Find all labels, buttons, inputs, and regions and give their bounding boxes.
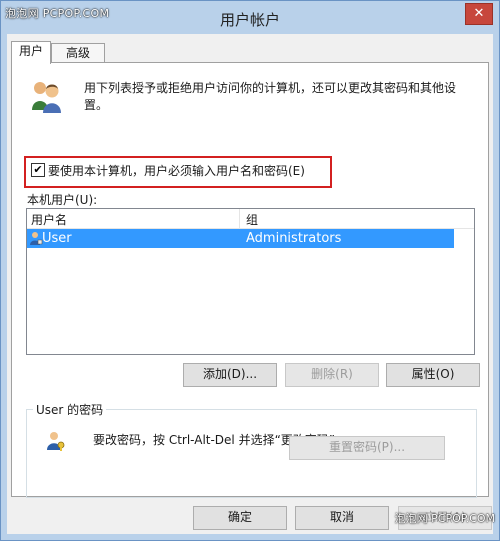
list-header: 用户名 组 — [27, 209, 474, 229]
add-user-button[interactable]: 添加(D)... — [183, 363, 277, 387]
properties-button[interactable]: 属性(O) — [386, 363, 480, 387]
user-icon — [30, 232, 43, 245]
local-users-label: 本机用户(U): — [27, 193, 98, 207]
require-password-label[interactable]: 要使用本计算机，用户必须输入用户名和密码(E) — [48, 162, 305, 179]
close-icon: ✕ — [473, 6, 485, 21]
title-bar[interactable]: 泡泡网 PCPOP.COM 用户帐户 ✕ — [1, 1, 499, 34]
tab-advanced[interactable]: 高级 — [51, 43, 105, 64]
cancel-button[interactable]: 取消 — [295, 506, 389, 530]
table-row[interactable]: User Administrators — [27, 229, 454, 248]
window-title: 用户帐户 — [219, 11, 280, 29]
row-group: Administrators — [246, 231, 342, 246]
column-divider[interactable] — [239, 209, 240, 228]
password-group-title: User 的密码 — [33, 401, 107, 418]
bottom-watermark: 泡泡网 PCPOP.COM — [394, 512, 495, 525]
ok-button[interactable]: 确定 — [193, 506, 287, 530]
user-accounts-window: 泡泡网 PCPOP.COM 用户帐户 ✕ 用户 高级 用下列表授予或拒绝用户访问… — [0, 0, 500, 541]
dialog-client: 用户 高级 用下列表授予或拒绝用户访问你的计算机，还可以更改其密码和其他设置。 … — [7, 34, 493, 534]
tab-users[interactable]: 用户 — [11, 41, 51, 64]
remove-user-button[interactable]: 删除(R) — [285, 363, 379, 387]
users-icon — [32, 82, 61, 113]
require-password-checkbox[interactable]: ✔ — [31, 163, 45, 177]
column-header-group[interactable]: 组 — [246, 211, 258, 228]
key-user-icon — [47, 432, 65, 451]
check-mark-icon: ✔ — [33, 163, 43, 176]
close-button[interactable]: ✕ — [465, 3, 493, 25]
reset-password-button[interactable]: 重置密码(P)... — [289, 436, 445, 460]
column-header-username[interactable]: 用户名 — [31, 211, 67, 228]
row-username: User — [42, 231, 72, 246]
users-tab-panel: 用下列表授予或拒绝用户访问你的计算机，还可以更改其密码和其他设置。 ✔ 要使用本… — [11, 62, 489, 498]
local-users-list[interactable]: 用户名 组 User Administrators — [26, 208, 475, 355]
description-text: 用下列表授予或拒绝用户访问你的计算机，还可以更改其密码和其他设置。 — [84, 81, 457, 112]
